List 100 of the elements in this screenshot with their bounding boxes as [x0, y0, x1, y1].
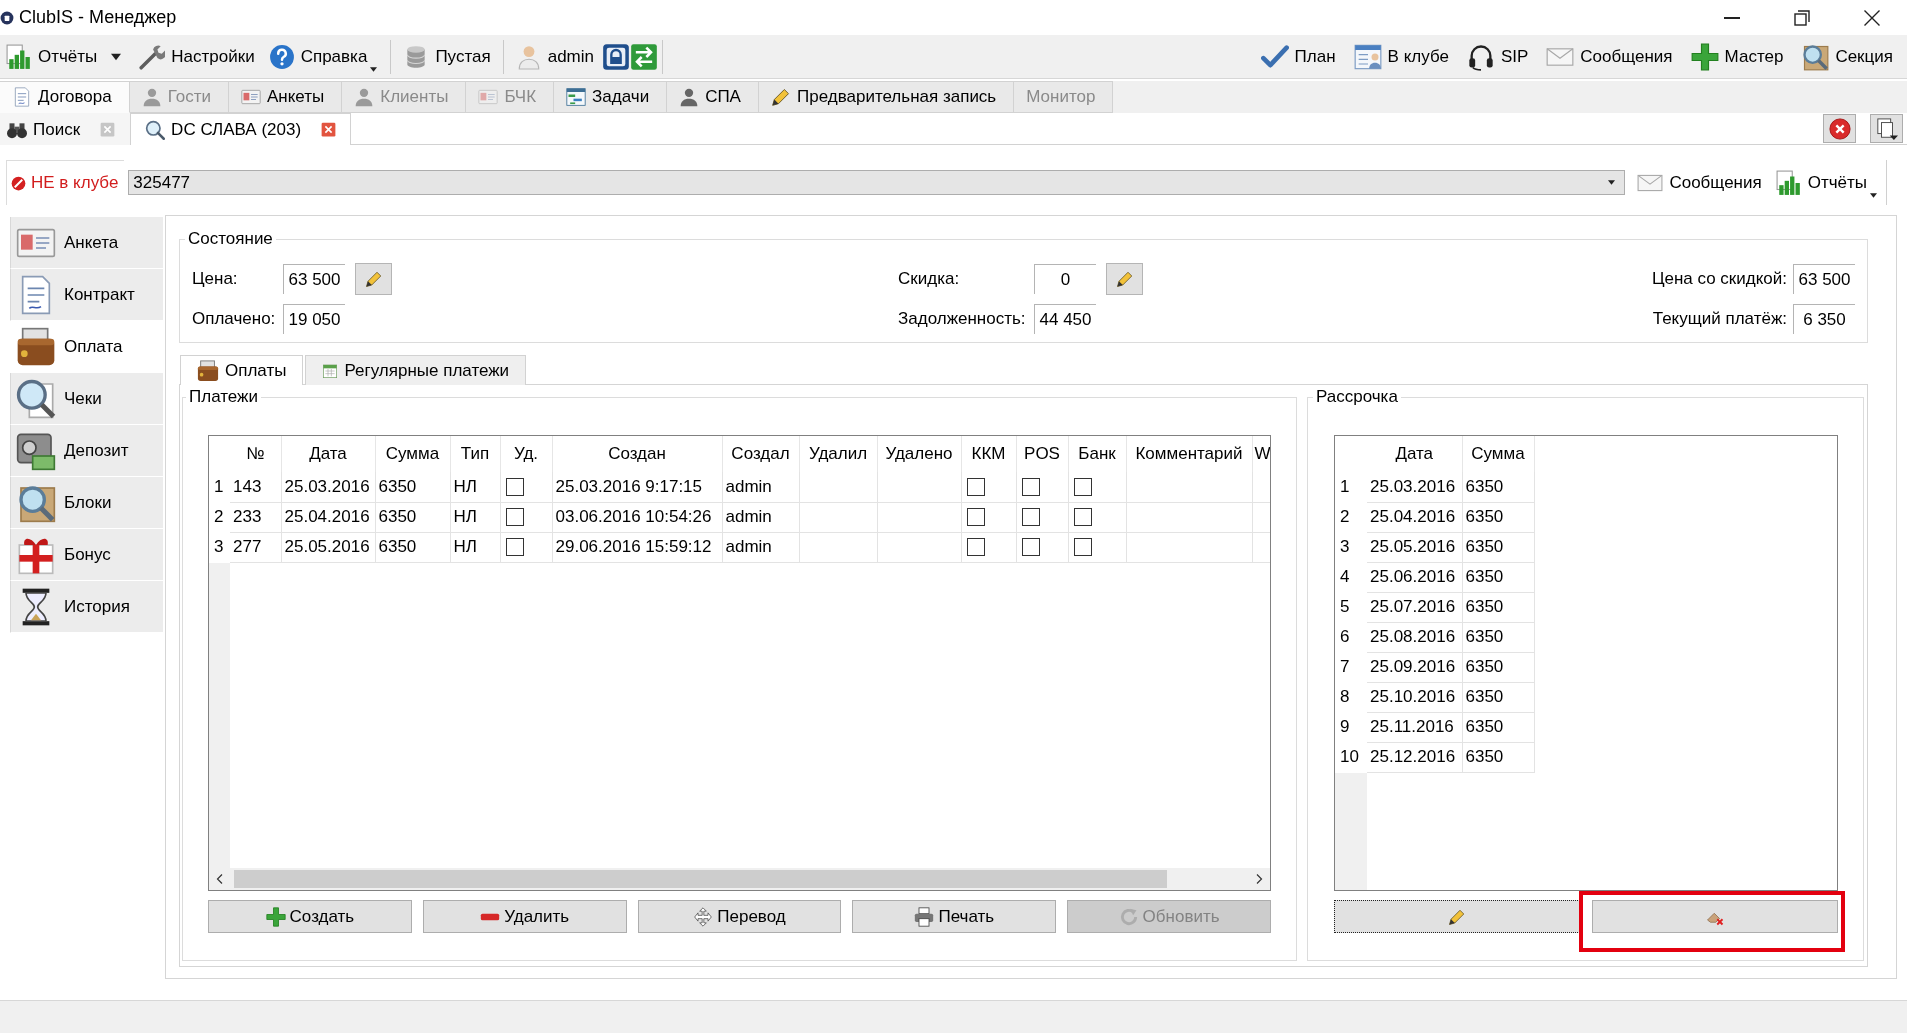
table-cell: admin [722, 532, 799, 562]
edit-button[interactable] [1334, 900, 1580, 933]
column-header[interactable]: Банк [1068, 436, 1126, 472]
sidebar-item[interactable]: Блоки [10, 477, 163, 529]
action-button[interactable]: Удалить [422, 900, 627, 933]
client-combo-box[interactable]: 325477 [128, 170, 1626, 195]
table-cell: 143 [230, 472, 281, 502]
tab[interactable]: Оплаты [180, 355, 304, 385]
field-label: Скидка: [898, 269, 961, 289]
row-number: 2 [209, 502, 230, 532]
column-header[interactable]: Создал [722, 436, 799, 472]
table-cell: 6350 [1462, 652, 1534, 682]
tab[interactable]: DC СЛАВА (203) [130, 113, 352, 145]
input-field[interactable]: 0 [1034, 264, 1096, 294]
column-header[interactable]: ККМ [961, 436, 1016, 472]
caret-icon [1607, 179, 1617, 186]
action-button[interactable]: Создать [208, 900, 412, 933]
sidebar-item[interactable]: Бонус [10, 529, 163, 581]
minimize-icon [1724, 16, 1740, 19]
toolbar-button[interactable]: Сообщения [1540, 36, 1681, 77]
column-header[interactable]: Удалил [799, 436, 877, 472]
column-header[interactable]: W [1252, 436, 1270, 472]
close-button[interactable] [1823, 114, 1856, 143]
checkbox[interactable] [1073, 477, 1092, 496]
table-cell: 6350 [375, 502, 450, 532]
column-header[interactable]: № [230, 436, 281, 472]
input-field[interactable]: 6 350 [1793, 304, 1855, 334]
tab[interactable]: Поиск [0, 113, 131, 145]
toolbar-button[interactable]: Мастер [1684, 36, 1792, 77]
toolbar-button[interactable]: Пустая [397, 36, 499, 77]
toolbar-button[interactable]: Отчёты [1769, 162, 1886, 203]
tab[interactable]: Предварительная запись [758, 81, 1015, 113]
toolbar-button[interactable]: Секция [1795, 36, 1901, 77]
column-header[interactable]: Тип [450, 436, 500, 472]
sidebar-item[interactable]: Контракт [10, 269, 163, 321]
checkbox[interactable] [1073, 538, 1092, 556]
table-cell: admin [722, 472, 799, 502]
window-menu-button[interactable] [1870, 114, 1903, 143]
checkbox[interactable] [505, 508, 524, 526]
toolbar-button[interactable]: Настройки [133, 36, 263, 77]
column-header[interactable]: Создан [552, 436, 722, 472]
table-cell: 6350 [375, 532, 450, 562]
toolbar-button[interactable]: SIP [1460, 36, 1537, 77]
table-cell: 25.11.2016 [1367, 712, 1462, 742]
close-icon[interactable] [321, 122, 337, 137]
toolbar-button[interactable]: Сообщения [1631, 162, 1770, 203]
table-cell: 25.03.2016 [1367, 472, 1462, 502]
column-header[interactable]: Дата [1367, 436, 1462, 472]
document-icon [12, 87, 32, 107]
checkbox[interactable] [505, 477, 524, 496]
checkbox[interactable] [1073, 508, 1092, 526]
checkbox[interactable] [1021, 508, 1040, 526]
column-header[interactable]: Сумма [375, 436, 450, 472]
row-number: 5 [1335, 592, 1367, 622]
table-cell: 277 [230, 532, 281, 562]
swap-arrows-icon[interactable] [630, 42, 658, 71]
column-header[interactable]: Комментарий [1126, 436, 1252, 472]
close-icon [1864, 9, 1880, 26]
tab[interactable]: СПА [667, 81, 759, 113]
toolbar-button[interactable]: План [1254, 36, 1344, 77]
row-number: 10 [1335, 742, 1367, 772]
input-field[interactable]: 63 500 [283, 264, 345, 294]
close-icon [1828, 117, 1851, 140]
horizontal-scrollbar[interactable] [209, 868, 1270, 890]
input-field[interactable]: 19 050 [283, 304, 345, 334]
input-field[interactable]: 44 450 [1034, 304, 1096, 334]
pencil-icon [1448, 907, 1466, 926]
column-header[interactable]: POS [1016, 436, 1068, 472]
column-header[interactable]: Сумма [1462, 436, 1534, 472]
table-cell: 25.04.2016 [1367, 502, 1462, 532]
sidebar-item[interactable]: Депозит [10, 425, 163, 477]
plus-icon [265, 906, 286, 927]
toolbar-button[interactable]: admin [509, 36, 602, 77]
tab[interactable]: Анкеты [228, 81, 343, 113]
tab[interactable]: Задачи [554, 81, 668, 113]
toolbar-button[interactable]: В клубе [1347, 36, 1457, 77]
tab[interactable]: Регулярные платежи [305, 355, 527, 385]
checkbox[interactable] [966, 508, 985, 526]
checkbox[interactable] [966, 538, 985, 556]
column-header[interactable]: Дата [281, 436, 375, 472]
table-cell: admin [722, 502, 799, 532]
table-cell: 25.04.2016 [281, 502, 375, 532]
checkbox[interactable] [1021, 477, 1040, 496]
checkbox[interactable] [505, 538, 524, 556]
checkbox[interactable] [966, 477, 985, 496]
input-field[interactable]: 63 500 [1793, 264, 1855, 294]
sidebar-item[interactable]: Анкета [10, 217, 163, 269]
column-header[interactable]: Уд. [500, 436, 552, 472]
toolbar-button[interactable]: Отчёты [0, 36, 106, 77]
action-button[interactable]: Печать [852, 900, 1057, 933]
action-button[interactable]: Перевод [637, 900, 842, 933]
sidebar-item[interactable]: Чеки [10, 373, 163, 425]
toolbar-button[interactable]: Справка [262, 36, 387, 77]
column-header[interactable]: Удалено [877, 436, 961, 472]
sidebar-item[interactable]: История [10, 581, 163, 633]
lock-icon[interactable] [602, 42, 630, 71]
wallet-icon [197, 359, 219, 382]
tab[interactable]: Договора [0, 81, 130, 113]
checkbox[interactable] [1021, 538, 1040, 556]
row-number: 1 [1335, 472, 1367, 502]
